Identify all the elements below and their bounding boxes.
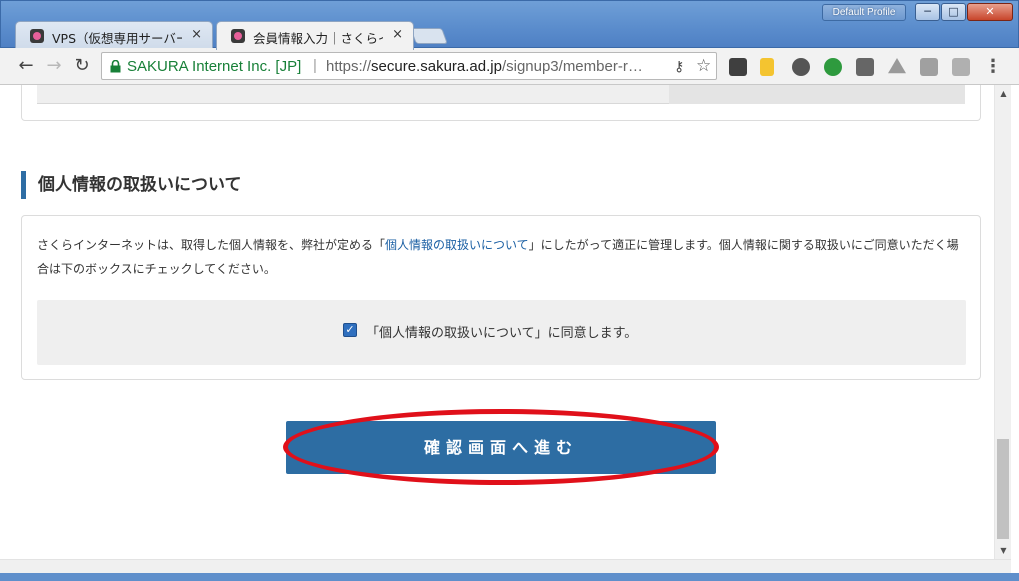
description-text-before: さくらインターネットは、取得した個人情報を、弊社が定める「	[37, 238, 386, 252]
tab-close-icon[interactable]: ×	[191, 27, 202, 42]
previous-section-card	[21, 85, 981, 121]
window-frame-bottom	[0, 573, 1019, 581]
evernote-icon[interactable]	[792, 58, 810, 76]
agree-checkbox[interactable]: ✓	[343, 323, 357, 337]
key-icon[interactable]: ⚷	[674, 58, 684, 75]
privacy-card: さくらインターネットは、取得した個人情報を、弊社が定める「個人情報の取扱いについ…	[21, 215, 981, 380]
scroll-up-icon[interactable]: ▲	[995, 85, 1012, 102]
secure-site-name: SAKURA Internet Inc. [JP]	[127, 58, 302, 75]
minimize-button[interactable]: ─	[915, 3, 940, 21]
tab-title: 会員情報入力｜さくらイ	[253, 31, 383, 46]
profile-badge[interactable]: Default Profile	[822, 4, 906, 21]
pocket-icon[interactable]	[729, 58, 747, 76]
sakura-favicon-icon	[231, 29, 245, 43]
previous-table-cell	[669, 85, 965, 104]
close-window-button[interactable]: ✕	[967, 3, 1013, 21]
reload-icon[interactable]: ↻	[72, 56, 92, 76]
omnibox-separator: |	[313, 57, 317, 74]
agree-box: ✓ 「個人情報の取扱いについて」に同意します。	[37, 300, 966, 365]
sakura-favicon-icon	[30, 29, 44, 43]
title-bar: Default Profile ─ □ ✕ VPS（仮想専用サーバー × 会員情…	[0, 0, 1019, 50]
previous-table-row	[37, 85, 965, 104]
address-bar[interactable]: SAKURA Internet Inc. [JP] | https://secu…	[101, 52, 717, 80]
agree-label[interactable]: 「個人情報の取扱いについて」に同意します。	[366, 322, 637, 341]
s-extension-icon[interactable]	[856, 58, 874, 76]
page-viewport: 個人情報の取扱いについて さくらインターネットは、取得した個人情報を、弊社が定め…	[0, 85, 1019, 581]
extension-badge-icon[interactable]	[824, 58, 842, 76]
vertical-scrollbar[interactable]: ▲ ▼	[994, 85, 1011, 559]
horizontal-scrollbar[interactable]	[0, 559, 1011, 573]
maximize-button[interactable]: □	[941, 3, 966, 21]
pdf-icon[interactable]	[952, 58, 970, 76]
extension-phone-icon[interactable]	[760, 58, 774, 76]
back-arrow-icon[interactable]: ←	[16, 56, 36, 76]
url-path: /signup3/member-r…	[501, 58, 643, 75]
url-host: secure.sakura.ad.jp	[371, 58, 502, 75]
confirm-button[interactable]: 確認画面へ進む	[286, 421, 716, 474]
drive-icon[interactable]	[888, 58, 906, 74]
dropbox-icon[interactable]	[920, 58, 938, 76]
privacy-policy-link[interactable]: 個人情報の取扱いについて	[385, 238, 529, 252]
lock-icon	[110, 60, 121, 73]
url-text[interactable]: https://secure.sakura.ad.jp/signup3/memb…	[326, 58, 670, 75]
browser-toolbar: ← → ↻ SAKURA Internet Inc. [JP] | https:…	[0, 48, 1019, 85]
bookmark-star-icon[interactable]: ☆	[696, 56, 711, 76]
scroll-down-icon[interactable]: ▼	[995, 542, 1012, 559]
forward-arrow-icon[interactable]: →	[44, 56, 64, 76]
scroll-thumb[interactable]	[997, 439, 1009, 539]
privacy-description: さくらインターネットは、取得した個人情報を、弊社が定める「個人情報の取扱いについ…	[37, 233, 967, 281]
tab-member-info[interactable]: 会員情報入力｜さくらイ ×	[216, 21, 414, 50]
menu-icon[interactable]: ⋮	[984, 56, 1002, 77]
tab-vps[interactable]: VPS（仮想専用サーバー ×	[15, 21, 213, 49]
section-heading: 個人情報の取扱いについて	[21, 171, 242, 199]
new-tab-button[interactable]	[410, 28, 448, 44]
url-scheme: https://	[326, 58, 372, 75]
tab-close-icon[interactable]: ×	[392, 27, 403, 42]
tab-title: VPS（仮想専用サーバー	[52, 31, 182, 46]
